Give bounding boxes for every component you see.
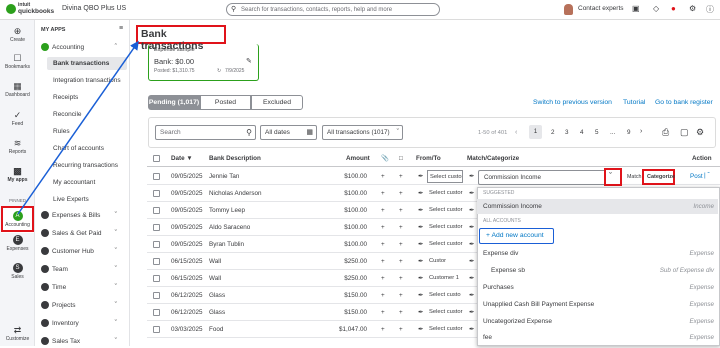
- annotation-arrow: [17, 40, 139, 215]
